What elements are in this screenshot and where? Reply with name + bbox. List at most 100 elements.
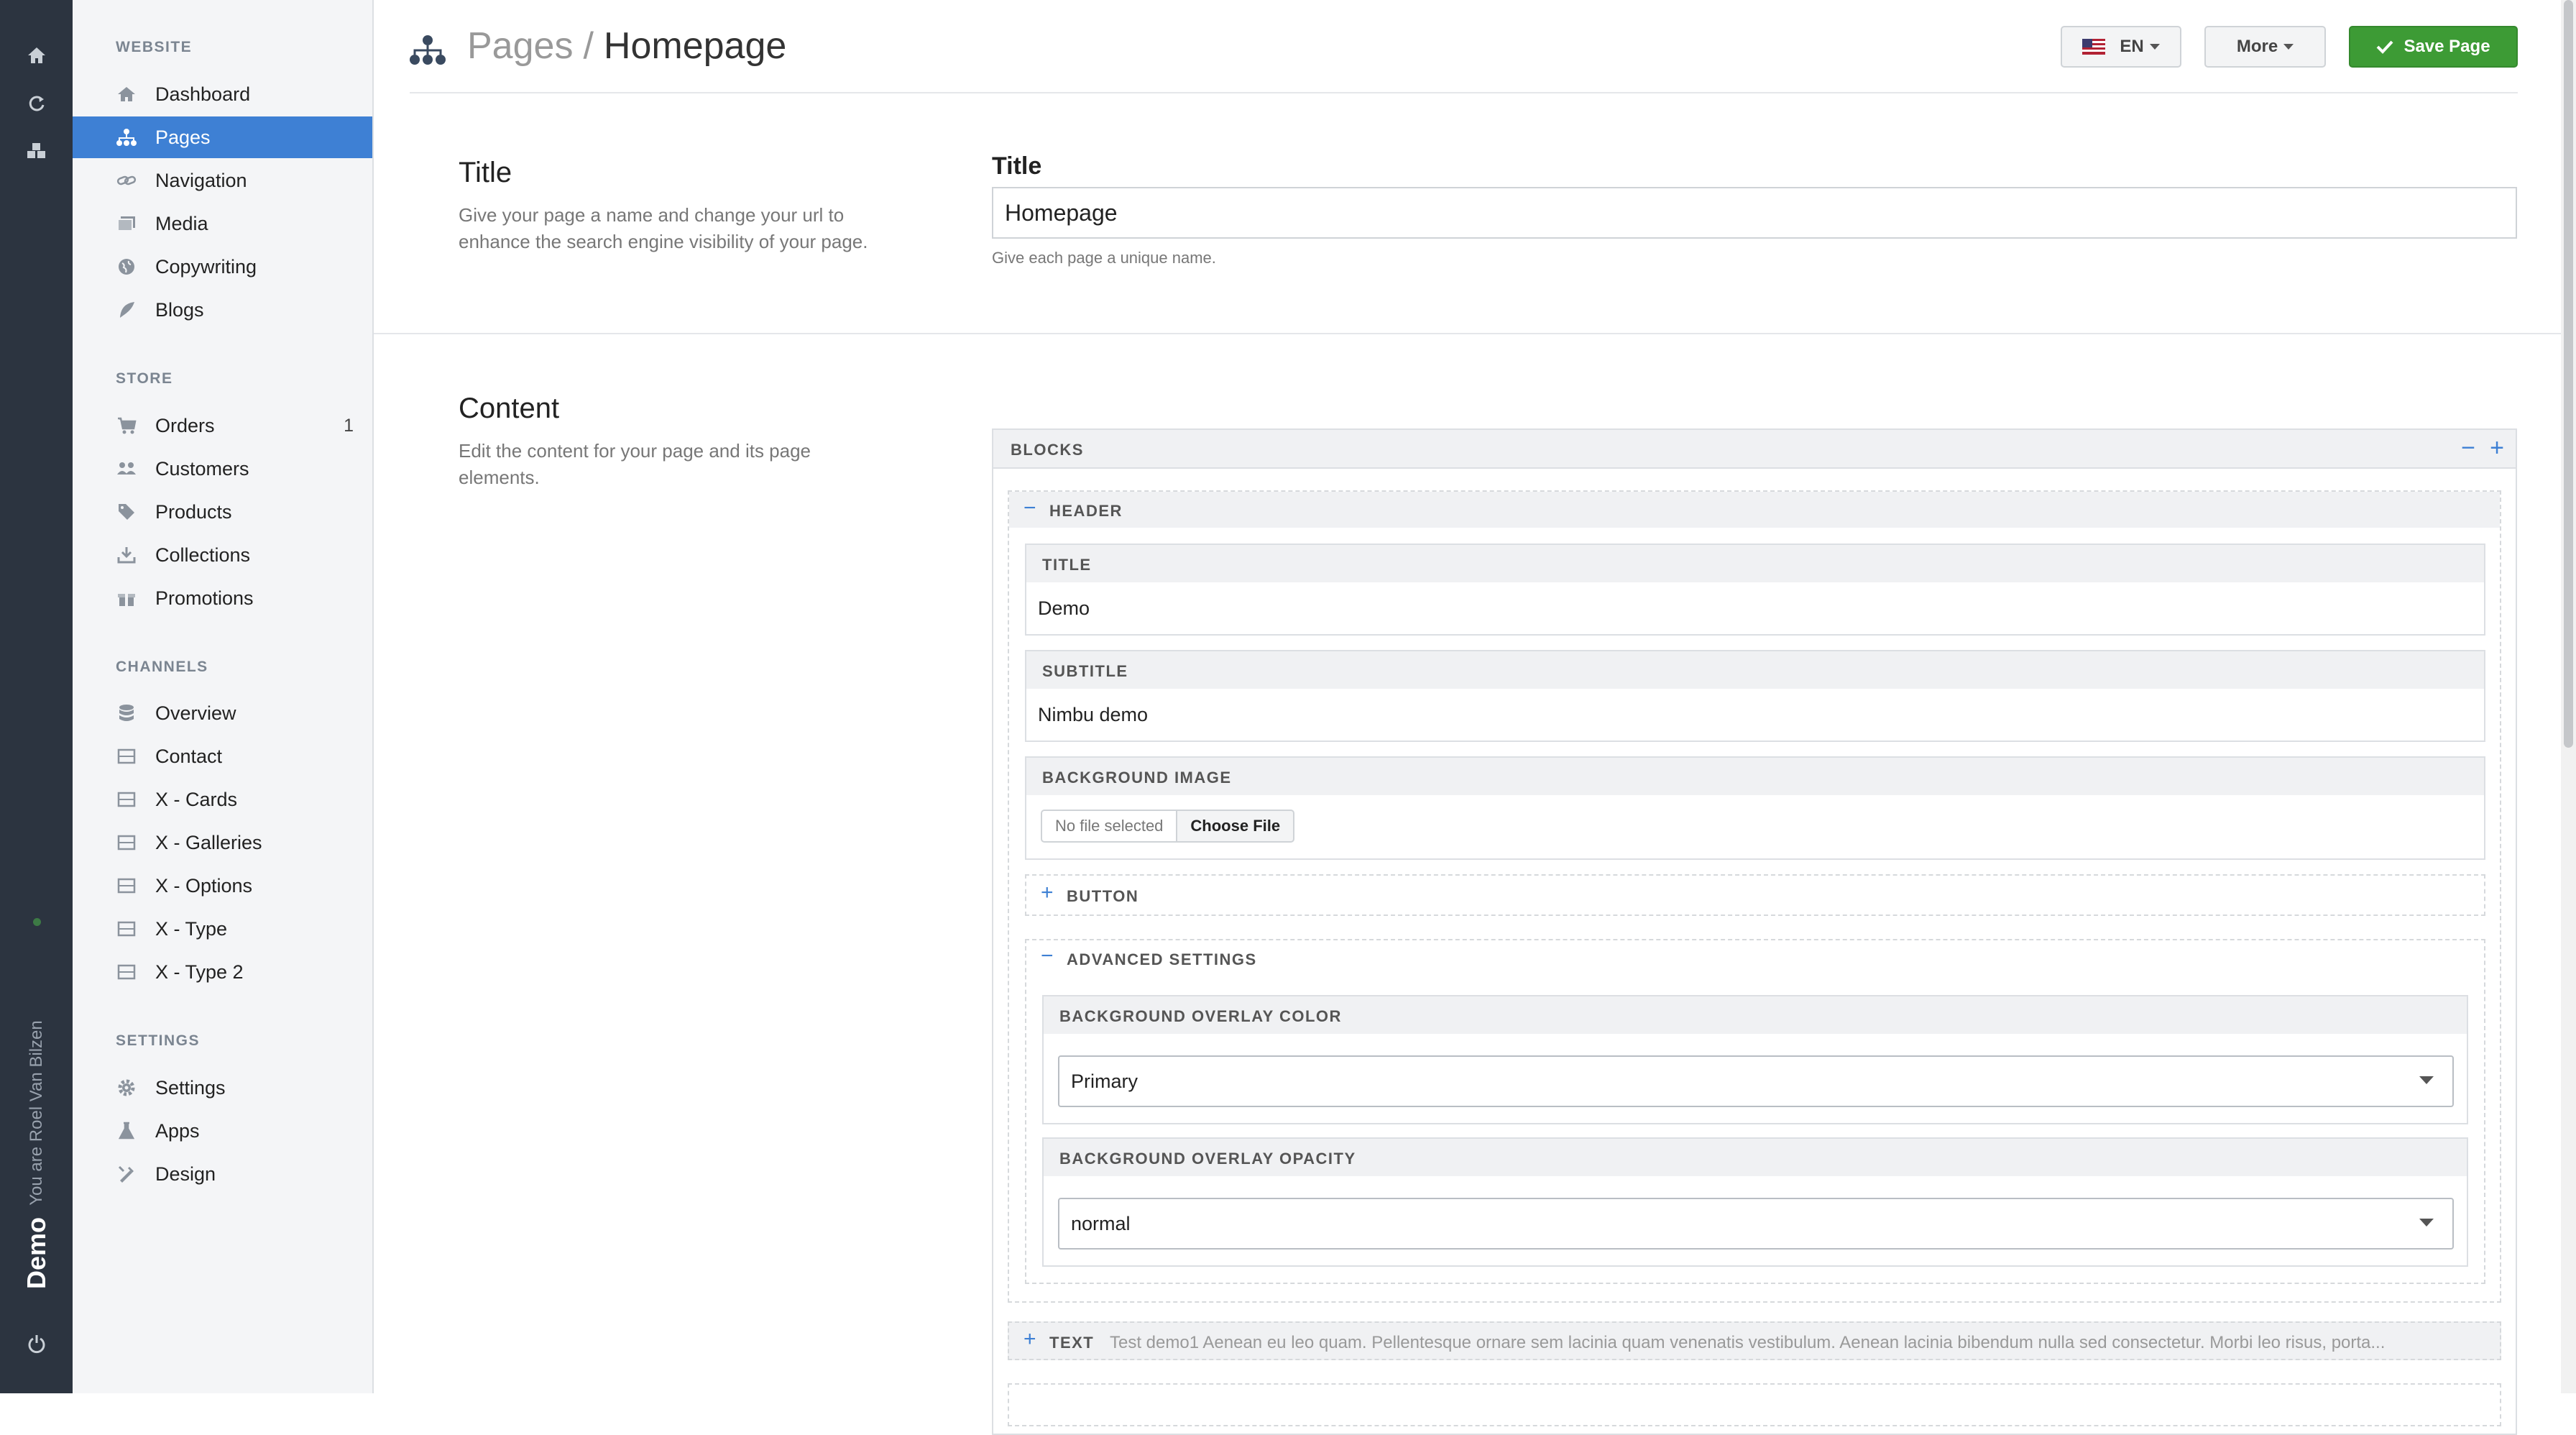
- sidebar-item-x-galleries[interactable]: X - Galleries: [73, 822, 372, 863]
- text-block[interactable]: + TEXT Test demo1 Aenean eu leo quam. Pe…: [1008, 1321, 2501, 1360]
- background-image-label: BACKGROUND IMAGE: [1042, 769, 1232, 787]
- header-block-bar[interactable]: − HEADER: [1009, 492, 2500, 528]
- sidebar-item-label: Contact: [155, 745, 223, 767]
- collapse-all-icon[interactable]: −: [2461, 434, 2475, 462]
- feather-icon: [116, 299, 137, 321]
- sidebar-item-label: Navigation: [155, 169, 247, 191]
- site-name[interactable]: Demo: [22, 1217, 52, 1289]
- orders-count-badge: 1: [344, 415, 354, 436]
- save-page-button[interactable]: Save Page: [2349, 26, 2518, 68]
- sidebar-item-overview[interactable]: Overview: [73, 692, 372, 734]
- sidebar-item-collections[interactable]: Collections: [73, 534, 372, 576]
- next-block[interactable]: [1008, 1383, 2501, 1426]
- expand-icon[interactable]: +: [1024, 1327, 1036, 1352]
- language-dropdown[interactable]: EN: [2061, 26, 2181, 68]
- sidebar-item-label: X - Galleries: [155, 831, 262, 853]
- collapse-icon[interactable]: −: [1024, 496, 1036, 521]
- sidebar-item-label: Collections: [155, 544, 251, 566]
- title-section-description: Give your page a name and change your ur…: [459, 204, 868, 252]
- sidebar-item-copywriting[interactable]: Copywriting: [73, 246, 372, 288]
- users-icon: [116, 458, 137, 480]
- home-icon: [116, 83, 137, 105]
- header-subtitle-input[interactable]: Nimbu demo: [1038, 704, 1148, 726]
- collapse-icon[interactable]: −: [1041, 944, 1054, 968]
- flask-icon: [116, 1120, 137, 1142]
- sidebar-item-pages[interactable]: Pages: [73, 116, 372, 158]
- overlay-opacity-select[interactable]: normal: [1058, 1198, 2454, 1250]
- sidebar-item-label: Customers: [155, 457, 249, 480]
- cubes-icon[interactable]: [24, 139, 49, 163]
- header-title-input[interactable]: Demo: [1038, 597, 1090, 620]
- sidebar-item-contact[interactable]: Contact: [73, 735, 372, 777]
- breadcrumb: Pages / Homepage: [467, 24, 786, 68]
- window-icon: [116, 746, 137, 767]
- sidebar-item-orders[interactable]: Orders 1: [73, 405, 372, 446]
- choose-file-button[interactable]: Choose File: [1177, 810, 1295, 843]
- home-icon[interactable]: [24, 43, 49, 68]
- sidebar-item-x-cards[interactable]: X - Cards: [73, 779, 372, 820]
- sidebar-item-settings[interactable]: Settings: [73, 1067, 372, 1109]
- sidebar-item-label: X - Type 2: [155, 961, 244, 983]
- chevron-down-icon: [2149, 44, 2160, 50]
- scrollbar[interactable]: [2561, 0, 2576, 1393]
- button-subblock[interactable]: + BUTTON: [1025, 874, 2485, 916]
- text-block-label: TEXT: [1049, 1334, 1095, 1352]
- add-block-icon[interactable]: +: [2490, 434, 2504, 462]
- section-divider: [374, 333, 2561, 334]
- sidebar-section-website: WEBSITE: [116, 39, 193, 55]
- button-subblock-label: BUTTON: [1067, 887, 1139, 905]
- sidebar-item-products[interactable]: Products: [73, 491, 372, 533]
- overlay-color-select[interactable]: Primary: [1058, 1055, 2454, 1107]
- breadcrumb-parent[interactable]: Pages: [467, 25, 573, 67]
- sidebar-item-promotions[interactable]: Promotions: [73, 577, 372, 619]
- overlay-color-subfield: BACKGROUND OVERLAY COLOR Primary: [1042, 995, 2468, 1124]
- title-section-heading: Title: [459, 157, 512, 188]
- expand-icon[interactable]: +: [1041, 881, 1054, 905]
- overlay-opacity-label: BACKGROUND OVERLAY OPACITY: [1059, 1150, 1356, 1168]
- sidebar-item-label: Dashboard: [155, 83, 251, 105]
- sidebar-item-blogs[interactable]: Blogs: [73, 289, 372, 331]
- content-section-description: Edit the content for your page and its p…: [459, 440, 811, 488]
- sidebar-item-label: X - Type: [155, 917, 228, 940]
- no-file-text: No file selected: [1041, 810, 1178, 843]
- sidebar-item-x-type-2[interactable]: X - Type 2: [73, 951, 372, 993]
- tags-icon: [116, 501, 137, 523]
- scrollbar-thumb[interactable]: [2564, 0, 2573, 748]
- overlay-opacity-header: BACKGROUND OVERLAY OPACITY: [1044, 1139, 2467, 1176]
- sidebar-item-label: Orders: [155, 414, 215, 436]
- power-icon[interactable]: [24, 1331, 49, 1356]
- sidebar-item-apps[interactable]: Apps: [73, 1110, 372, 1152]
- file-input[interactable]: No file selected Choose File: [1041, 810, 1295, 843]
- overlay-color-value: Primary: [1071, 1070, 1138, 1092]
- title-field-label: Title: [992, 152, 1042, 180]
- check-icon: [2376, 40, 2393, 54]
- background-image-subfield: BACKGROUND IMAGE No file selected Choose…: [1025, 756, 2485, 860]
- window-icon: [116, 789, 137, 810]
- title-help-text: Give each page a unique name.: [992, 249, 1216, 267]
- sidebar-item-design[interactable]: Design: [73, 1153, 372, 1195]
- window-icon: [116, 832, 137, 853]
- overlay-color-header: BACKGROUND OVERLAY COLOR: [1044, 996, 2467, 1034]
- subtitle-subfield-label: SUBTITLE: [1042, 662, 1128, 680]
- sidebar-item-label: Pages: [155, 126, 211, 148]
- us-flag-icon: [2082, 39, 2106, 55]
- sidebar-item-customers[interactable]: Customers: [73, 448, 372, 490]
- more-label: More: [2236, 37, 2278, 56]
- sidebar-item-x-type[interactable]: X - Type: [73, 908, 372, 950]
- advanced-settings-label: ADVANCED SETTINGS: [1067, 950, 1257, 968]
- advanced-settings-subblock: − ADVANCED SETTINGS BACKGROUND OVERLAY C…: [1025, 939, 2485, 1284]
- header-block: − HEADER TITLE Demo SUBTITLE Nimbu demo …: [1008, 490, 2501, 1303]
- more-dropdown[interactable]: More: [2204, 26, 2326, 68]
- download-icon: [116, 544, 137, 566]
- subtitle-subfield: SUBTITLE Nimbu demo: [1025, 650, 2485, 742]
- title-field[interactable]: Homepage: [992, 187, 2517, 239]
- page-title: Homepage: [603, 25, 787, 67]
- sidebar-item-media[interactable]: Media: [73, 203, 372, 244]
- blocks-header: BLOCKS − +: [993, 430, 2516, 469]
- database-icon: [116, 702, 137, 724]
- sidebar-item-x-options[interactable]: X - Options: [73, 865, 372, 907]
- blocks-editor: BLOCKS − + − HEADER TITLE Demo SUBTITLE …: [992, 428, 2517, 1435]
- sidebar-item-navigation[interactable]: Navigation: [73, 160, 372, 201]
- refresh-icon[interactable]: [24, 91, 49, 116]
- sidebar-item-dashboard[interactable]: Dashboard: [73, 73, 372, 115]
